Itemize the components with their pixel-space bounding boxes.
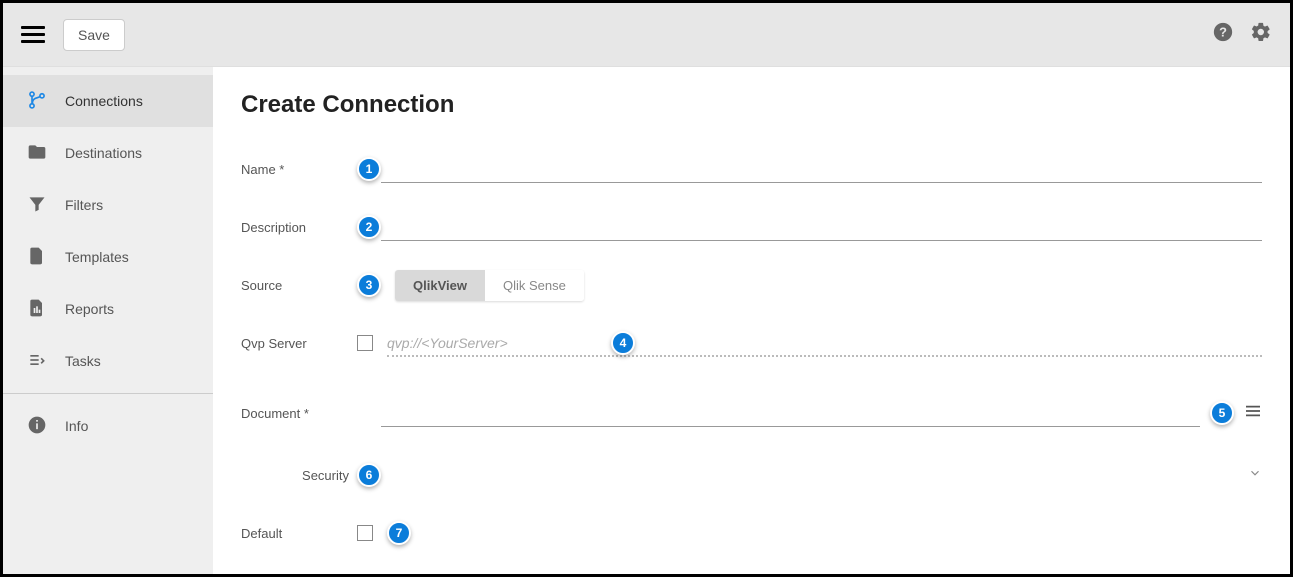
security-label: Security [241, 468, 357, 483]
info-icon [27, 415, 47, 438]
sidebar-label: Destinations [65, 145, 142, 161]
divider [3, 393, 213, 394]
security-row[interactable]: Security 6 [241, 453, 1262, 497]
annotation-1: 1 [357, 157, 381, 181]
document-input[interactable] [381, 400, 1200, 427]
sidebar-label: Reports [65, 301, 114, 317]
sidebar-label: Connections [65, 93, 143, 109]
qvp-input[interactable] [387, 329, 1262, 357]
form-footer: 8 Save Cancel [241, 569, 1262, 577]
tasks-icon [27, 350, 47, 373]
sidebar-item-reports[interactable]: Reports [3, 283, 213, 335]
file-icon [27, 246, 47, 269]
filter-icon [27, 194, 47, 217]
default-checkbox[interactable] [357, 525, 373, 541]
sidebar-item-info[interactable]: Info [3, 400, 213, 452]
qvp-label: Qvp Server [241, 336, 357, 351]
browse-list-icon[interactable] [1244, 404, 1262, 423]
svg-text:?: ? [1219, 25, 1227, 40]
chart-file-icon [27, 298, 47, 321]
folder-icon [27, 142, 47, 165]
sidebar-item-templates[interactable]: Templates [3, 231, 213, 283]
sidebar-item-tasks[interactable]: Tasks [3, 335, 213, 387]
gear-icon[interactable] [1250, 21, 1272, 48]
sidebar-item-filters[interactable]: Filters [3, 179, 213, 231]
sidebar: Connections Destinations Filters Templat… [3, 67, 213, 574]
default-row: Default 7 [241, 511, 1262, 555]
save-button-top[interactable]: Save [63, 19, 125, 51]
source-qliksense-button[interactable]: Qlik Sense [485, 270, 584, 301]
sidebar-label: Templates [65, 249, 129, 265]
topbar: Save ? [3, 3, 1290, 67]
default-label: Default [241, 526, 357, 541]
branch-icon [27, 90, 47, 113]
sidebar-label: Info [65, 418, 88, 434]
sidebar-item-connections[interactable]: Connections [3, 75, 213, 127]
name-row: Name * 1 [241, 147, 1262, 191]
description-row: Description 2 [241, 205, 1262, 249]
name-input[interactable] [381, 156, 1262, 183]
annotation-3: 3 [357, 273, 381, 297]
document-row: Document * 5 [241, 391, 1262, 435]
source-label: Source [241, 278, 357, 293]
sidebar-item-destinations[interactable]: Destinations [3, 127, 213, 179]
chevron-down-icon [1248, 466, 1262, 485]
name-label: Name * [241, 162, 357, 177]
page-title: Create Connection [241, 91, 1262, 119]
qvp-row: Qvp Server 4 [241, 321, 1262, 365]
document-label: Document * [241, 406, 357, 421]
main-panel: Create Connection Name * 1 Description 2… [213, 67, 1290, 574]
source-segmented: QlikView Qlik Sense [395, 270, 584, 301]
annotation-2: 2 [357, 215, 381, 239]
description-input[interactable] [381, 214, 1262, 241]
sidebar-label: Filters [65, 197, 103, 213]
annotation-7: 7 [387, 521, 411, 545]
qvp-checkbox[interactable] [357, 335, 373, 351]
annotation-5: 5 [1210, 401, 1234, 425]
source-row: Source 3 QlikView Qlik Sense [241, 263, 1262, 307]
sidebar-label: Tasks [65, 353, 101, 369]
annotation-4: 4 [611, 331, 635, 355]
description-label: Description [241, 220, 357, 235]
source-qlikview-button[interactable]: QlikView [395, 270, 485, 301]
annotation-6: 6 [357, 463, 381, 487]
help-icon[interactable]: ? [1212, 21, 1234, 48]
menu-icon[interactable] [21, 26, 45, 44]
